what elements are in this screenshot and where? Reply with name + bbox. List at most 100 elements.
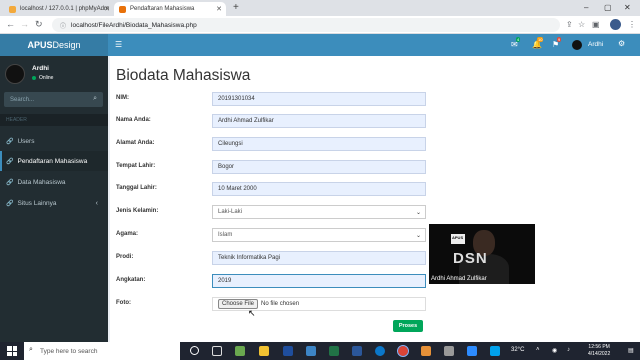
vscode-icon[interactable] bbox=[306, 346, 316, 356]
taskbar-search-input[interactable]: ⌕ Type here to search bbox=[24, 342, 180, 360]
angkatan-input[interactable]: 2019 bbox=[212, 274, 426, 288]
main-content: Biodata Mahasiswa NIM: 20191301034 Nama … bbox=[108, 56, 640, 342]
notifications-badge: 10 bbox=[537, 37, 544, 42]
field-nama: Nama Anda: Ardhi Ahmad Zulfikar bbox=[116, 114, 426, 128]
clock-time: 12:56 PM bbox=[588, 344, 610, 350]
field-label: Alamat Anda: bbox=[116, 140, 155, 146]
app-logo[interactable]: APUS Design bbox=[0, 34, 108, 56]
agama-select[interactable]: Islam ⌄ bbox=[212, 228, 426, 242]
new-tab-icon[interactable]: + bbox=[233, 2, 239, 13]
back-icon[interactable]: ← bbox=[6, 19, 15, 29]
file-status: No file chosen bbox=[261, 301, 300, 307]
temperature-text[interactable]: 32°C bbox=[511, 347, 524, 353]
prodi-input[interactable]: Teknik Informatika Pagi bbox=[212, 251, 426, 265]
nama-input[interactable]: Ardhi Ahmad Zulfikar bbox=[212, 114, 426, 128]
select-value: Islam bbox=[218, 232, 233, 238]
notification-center-icon[interactable]: ▤ bbox=[628, 347, 634, 354]
page-favicon-icon bbox=[119, 5, 126, 13]
tasks-badge: 9 bbox=[557, 37, 562, 42]
webcam-overlay: APUS DSN Ardhi Ahmad Zulfikar bbox=[429, 224, 535, 284]
mouse-cursor-icon: ↖ bbox=[248, 308, 256, 318]
user-menu-name[interactable]: Ardhi bbox=[588, 41, 603, 48]
taskbar-search-placeholder: Type here to search bbox=[40, 347, 98, 355]
zoom-icon[interactable] bbox=[467, 346, 477, 356]
address-bar[interactable]: ⓘ localhost/FileArdhi/Biodata_Mahasiswa.… bbox=[52, 18, 560, 32]
tray-chevron-icon[interactable]: ˄ bbox=[536, 347, 540, 353]
browser-toolbar: ← → ↻ ⓘ localhost/FileArdhi/Biodata_Maha… bbox=[0, 16, 640, 34]
messages-icon[interactable]: ✉ 4 bbox=[511, 37, 521, 49]
top-navbar: ☰ ✉ 4 🔔 10 ⚑ 9 Ardhi ⚙ bbox=[108, 34, 640, 56]
page-title: Biodata Mahasiswa bbox=[116, 67, 251, 84]
app-icon[interactable] bbox=[444, 346, 454, 356]
form-card: Biodata Mahasiswa NIM: 20191301034 Nama … bbox=[110, 56, 640, 342]
notifications-icon[interactable]: 🔔 10 bbox=[532, 37, 544, 49]
sidebar-item-pendaftaran[interactable]: 🔗 Pendaftaran Mahasiswa bbox=[0, 151, 108, 171]
field-label: Prodi: bbox=[116, 254, 134, 260]
proses-button[interactable]: Proses bbox=[393, 320, 423, 332]
sidebar-item-data-mahasiswa[interactable]: 🔗 Data Mahasiswa bbox=[0, 172, 108, 192]
widgets-icon[interactable] bbox=[235, 346, 245, 356]
tanggal-lahir-input[interactable]: 10 Maret 2000 bbox=[212, 182, 426, 196]
forward-icon[interactable]: → bbox=[20, 19, 29, 29]
field-label: Foto: bbox=[116, 300, 131, 306]
field-label: Jenis Kelamin: bbox=[116, 208, 159, 214]
sidebar-item-users[interactable]: 🔗 Users bbox=[0, 131, 108, 151]
field-angkatan: Angkatan: 2019 bbox=[116, 274, 426, 288]
chrome-icon[interactable] bbox=[397, 345, 409, 357]
field-jenis-kelamin: Jenis Kelamin: Laki-Laki ⌄ bbox=[116, 205, 426, 219]
field-label: NIM: bbox=[116, 95, 129, 101]
task-view-icon[interactable] bbox=[212, 346, 222, 356]
nim-input[interactable]: 20191301034 bbox=[212, 92, 426, 106]
sidebar-search-input[interactable]: Search... ⌕ bbox=[4, 92, 103, 107]
network-icon[interactable]: ◉ bbox=[552, 347, 557, 354]
maximize-icon[interactable]: ▢ bbox=[604, 3, 612, 12]
shirt-logo-text: APUS bbox=[452, 235, 464, 240]
close-window-icon[interactable]: ✕ bbox=[624, 3, 631, 12]
minimize-icon[interactable]: – bbox=[584, 3, 588, 12]
excel-icon[interactable] bbox=[329, 346, 339, 356]
browser-tab-pendaftaran[interactable]: Pendaftaran Mahasiswa ✕ bbox=[114, 2, 226, 16]
reload-icon[interactable]: ↻ bbox=[35, 19, 43, 30]
foto-file-input[interactable]: Choose File No file chosen bbox=[212, 297, 426, 311]
field-agama: Agama: Islam ⌄ bbox=[116, 228, 426, 242]
cortana-icon[interactable] bbox=[190, 346, 199, 355]
windows-start-icon[interactable] bbox=[7, 346, 17, 356]
extensions-icon[interactable]: ▣ bbox=[592, 20, 600, 29]
tasks-flag-icon[interactable]: ⚑ 9 bbox=[552, 37, 562, 49]
close-tab-icon[interactable]: ✕ bbox=[104, 5, 110, 13]
chevron-left-icon: ‹ bbox=[95, 199, 98, 207]
browser-menu-icon[interactable]: ⋮ bbox=[628, 20, 636, 29]
bookmark-star-icon[interactable]: ☆ bbox=[578, 20, 585, 29]
online-dot-icon bbox=[32, 76, 36, 80]
word-icon[interactable] bbox=[352, 346, 362, 356]
jenis-kelamin-select[interactable]: Laki-Laki ⌄ bbox=[212, 205, 426, 219]
share-icon[interactable]: ⇪ bbox=[566, 20, 573, 29]
user-avatar[interactable] bbox=[572, 40, 582, 50]
control-sidebar-gear-icon[interactable]: ⚙ bbox=[618, 39, 625, 48]
xampp-icon[interactable] bbox=[421, 346, 431, 356]
photoshop-icon[interactable] bbox=[283, 346, 293, 356]
file-explorer-icon[interactable] bbox=[259, 346, 269, 356]
alamat-input[interactable]: Cileungsi bbox=[212, 137, 426, 151]
store-icon[interactable] bbox=[490, 346, 500, 356]
field-label: Agama: bbox=[116, 231, 139, 237]
shirt-text: DSN bbox=[453, 250, 488, 267]
browser-tab-phpmyadmin[interactable]: localhost / 127.0.0.1 | phpMyAdm ✕ bbox=[4, 2, 114, 16]
link-icon: 🔗 bbox=[6, 200, 14, 207]
sidebar-item-situs-lainnya[interactable]: 🔗 Situs Lainnya ‹ bbox=[0, 193, 108, 213]
clock-date: 4/14/2022 bbox=[588, 351, 611, 357]
status-text: Online bbox=[39, 75, 54, 81]
sidebar-item-label: Data Mahasiswa bbox=[17, 178, 66, 186]
volume-icon[interactable]: ♪ bbox=[567, 347, 570, 353]
taskbar-clock[interactable]: 12:56 PM 4/14/2022 bbox=[588, 344, 610, 358]
edge-icon[interactable] bbox=[375, 346, 385, 356]
sidebar-toggle-icon[interactable]: ☰ bbox=[115, 40, 122, 49]
site-info-icon[interactable]: ⓘ bbox=[60, 21, 66, 30]
close-tab-icon[interactable]: ✕ bbox=[216, 5, 222, 13]
tempat-lahir-input[interactable]: Bogor bbox=[212, 160, 426, 174]
link-icon: 🔗 bbox=[6, 158, 14, 165]
profile-avatar[interactable] bbox=[610, 19, 621, 30]
search-icon[interactable]: ⌕ bbox=[93, 95, 97, 103]
field-label: Angkatan: bbox=[116, 277, 146, 283]
sidebar-user-name: Ardhi bbox=[32, 65, 49, 72]
